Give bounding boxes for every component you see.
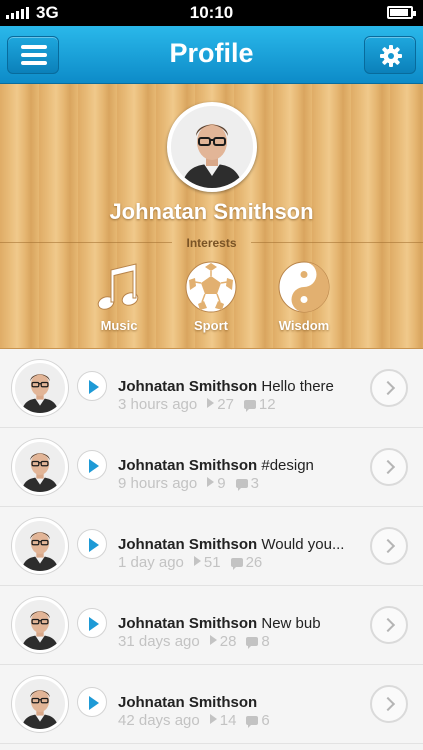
post-text: New bub xyxy=(261,615,321,632)
post-line: Johnatan Smithson xyxy=(118,694,257,711)
person-portrait-icon xyxy=(15,679,65,729)
interest-music[interactable]: Music xyxy=(84,260,154,340)
post-text: Hello there xyxy=(261,378,334,395)
comment-count: 3 xyxy=(250,475,259,492)
post-feed: Johnatan Smithson Hello there 3 hours ag… xyxy=(0,349,423,744)
post-author: Johnatan Smithson xyxy=(118,378,258,395)
comment-count: 8 xyxy=(261,633,270,650)
feed-item[interactable]: Johnatan Smithson Would you... 1 day ago… xyxy=(0,507,423,586)
chevron-right-icon[interactable] xyxy=(370,448,408,486)
feed-item[interactable]: Johnatan Smithson Hello there 3 hours ag… xyxy=(0,349,423,428)
author-avatar[interactable] xyxy=(12,597,68,653)
music-note-icon xyxy=(97,263,139,310)
interests-heading: Interests xyxy=(186,236,237,250)
interest-wisdom[interactable]: Wisdom xyxy=(269,260,339,340)
gear-icon xyxy=(380,45,402,67)
post-author: Johnatan Smithson xyxy=(118,457,258,474)
post-meta: 3 hours ago 27 12 xyxy=(118,396,276,413)
plays-icon xyxy=(209,714,217,724)
play-button[interactable] xyxy=(77,371,107,401)
battery-icon xyxy=(387,6,416,19)
person-portrait-icon xyxy=(15,521,65,571)
play-button[interactable] xyxy=(77,450,107,480)
play-count: 27 xyxy=(217,396,234,413)
comment-icon xyxy=(246,637,259,649)
interest-label-wisdom: Wisdom xyxy=(278,318,330,333)
comment-icon xyxy=(230,558,243,570)
post-author: Johnatan Smithson xyxy=(118,536,258,553)
post-time: 42 days ago xyxy=(118,712,200,729)
navigation-bar: Profile xyxy=(0,26,423,84)
page-title: Profile xyxy=(169,38,254,68)
feed-item[interactable]: Johnatan Smithson #design 9 hours ago 9 3 xyxy=(0,428,423,507)
interest-sport[interactable]: Sport xyxy=(176,260,246,340)
post-line: Johnatan Smithson #design xyxy=(118,457,314,474)
play-count: 51 xyxy=(203,554,221,571)
author-avatar[interactable] xyxy=(12,360,68,416)
comment-icon xyxy=(235,479,248,491)
person-portrait-icon xyxy=(15,363,65,413)
settings-button[interactable] xyxy=(364,36,416,74)
feed-item[interactable]: Johnatan Smithson 42 days ago 14 6 xyxy=(0,665,423,744)
profile-avatar[interactable] xyxy=(167,102,257,192)
person-portrait-icon xyxy=(15,442,65,492)
plays-icon xyxy=(207,398,215,408)
status-bar: 3G 10:10 xyxy=(0,0,423,26)
profile-screen: 3G 10:10 Profile Johnatan Smithson Inter… xyxy=(0,0,423,750)
chevron-right-icon[interactable] xyxy=(370,369,408,407)
interest-label-music: Music xyxy=(100,318,138,333)
yin-yang-icon xyxy=(278,261,330,313)
play-button[interactable] xyxy=(77,608,107,638)
post-text: #design xyxy=(261,457,314,474)
soccer-ball-icon xyxy=(185,261,237,313)
play-button[interactable] xyxy=(77,687,107,717)
post-time: 31 days ago xyxy=(118,633,200,650)
plays-icon xyxy=(193,556,201,566)
comment-count: 6 xyxy=(261,712,270,729)
post-line: Johnatan Smithson Hello there xyxy=(118,378,334,395)
author-avatar[interactable] xyxy=(12,439,68,495)
comment-count: 26 xyxy=(245,554,263,571)
post-time: 1 day ago xyxy=(118,554,184,571)
post-time: 3 hours ago xyxy=(118,396,198,413)
divider-right xyxy=(251,242,423,243)
clock: 10:10 xyxy=(189,3,234,22)
play-count: 14 xyxy=(219,712,237,729)
person-portrait-icon xyxy=(15,600,65,650)
interest-label-sport: Sport xyxy=(194,318,228,333)
comment-icon xyxy=(243,400,256,412)
post-author: Johnatan Smithson xyxy=(118,615,258,632)
chevron-right-icon[interactable] xyxy=(370,685,408,723)
post-line: Johnatan Smithson Would you... xyxy=(118,536,344,553)
profile-header: Johnatan Smithson Interests Music Sport … xyxy=(0,84,423,349)
chevron-right-icon[interactable] xyxy=(370,527,408,565)
plays-icon xyxy=(207,477,215,487)
play-count: 28 xyxy=(219,633,237,650)
author-avatar[interactable] xyxy=(12,676,68,732)
post-time: 9 hours ago xyxy=(118,475,198,492)
chevron-right-icon[interactable] xyxy=(370,606,408,644)
post-line: Johnatan Smithson New bub xyxy=(118,615,321,632)
author-avatar[interactable] xyxy=(12,518,68,574)
play-button[interactable] xyxy=(77,529,107,559)
post-author: Johnatan Smithson xyxy=(118,694,258,711)
feed-item[interactable]: Johnatan Smithson New bub 31 days ago 28 8 xyxy=(0,586,423,665)
plays-icon xyxy=(209,635,217,645)
comment-count: 12 xyxy=(258,396,276,413)
play-count: 9 xyxy=(217,475,226,492)
post-meta: 1 day ago 51 26 xyxy=(118,554,262,571)
comment-icon xyxy=(246,716,259,728)
person-portrait-icon xyxy=(171,106,253,188)
post-meta: 42 days ago 14 6 xyxy=(118,712,270,729)
post-meta: 31 days ago 28 8 xyxy=(118,633,270,650)
post-text: Would you... xyxy=(261,536,345,553)
profile-name: Johnatan Smithson xyxy=(109,199,314,224)
post-meta: 9 hours ago 9 3 xyxy=(118,475,259,492)
